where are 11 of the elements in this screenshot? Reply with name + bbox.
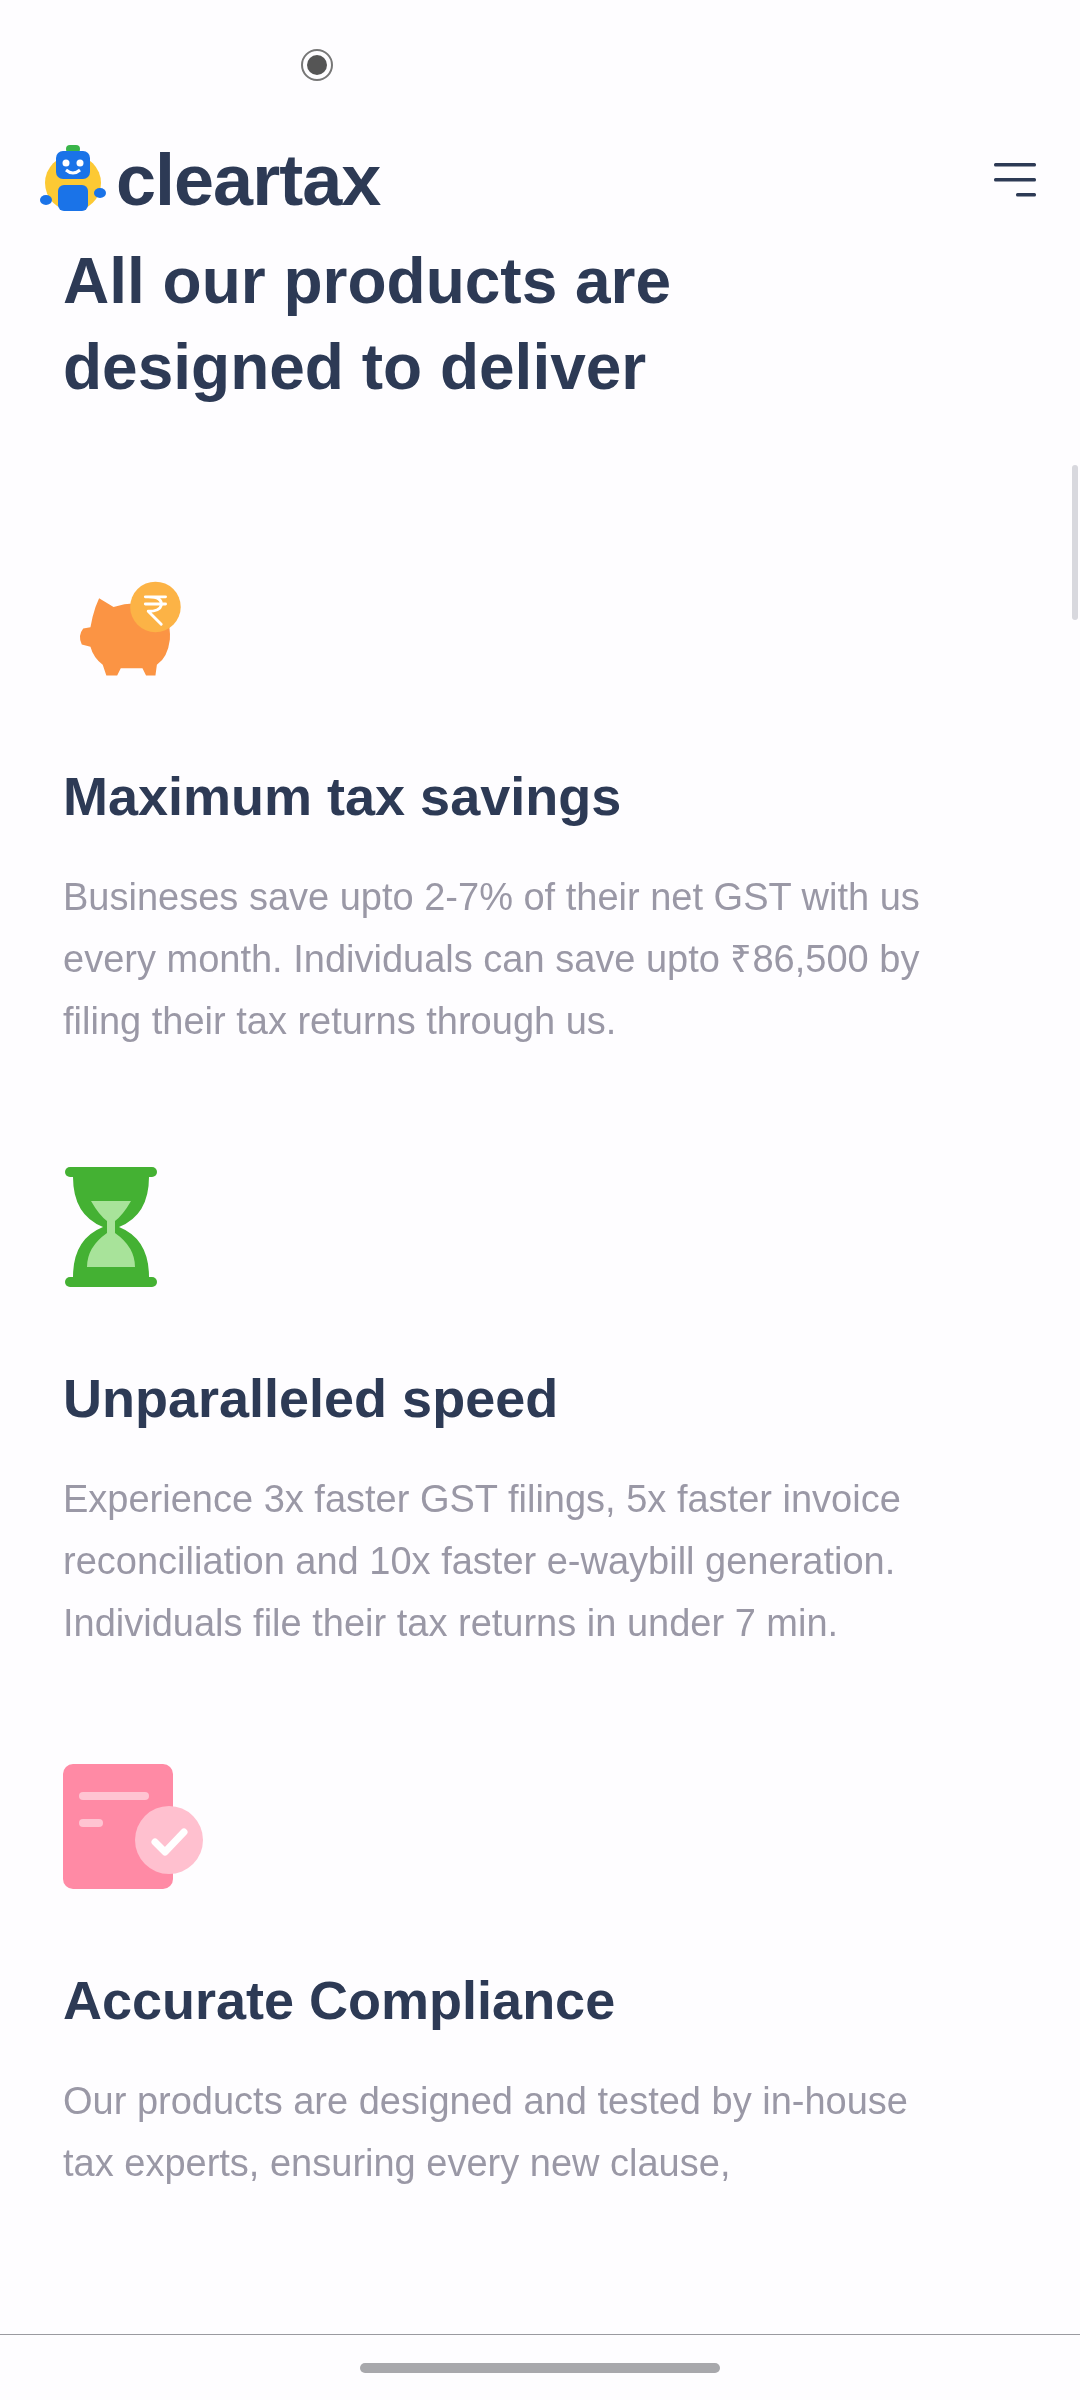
feature-title: Unparalleled speed [63, 1367, 560, 1430]
logo-text: cleartax [116, 144, 381, 216]
feature-description: Busineses save upto 2-7% of their net GST with us every month. Individuals can save upto ₹86,500 by filing their tax returns through us. [63, 875, 921, 1044]
camera-indicator-icon [300, 48, 334, 82]
feature-description: Experience 3x faster GST filings, 5x faster invoice reconciliation and 10x faster e-waybill generation. Individuals file their tax returns in under 7 min. [63, 1477, 902, 1646]
feature-title: Accurate Compliance [63, 1969, 617, 2032]
feature-title: Maximum tax savings [63, 765, 623, 828]
hourglass-icon [63, 1165, 159, 1289]
menu-icon [994, 161, 1038, 199]
feature-description: Our products are designed and tested by in-house tax experts, ensuring every new clause, [63, 2079, 909, 2186]
section-heading: All our products are designed to deliver [63, 244, 673, 405]
